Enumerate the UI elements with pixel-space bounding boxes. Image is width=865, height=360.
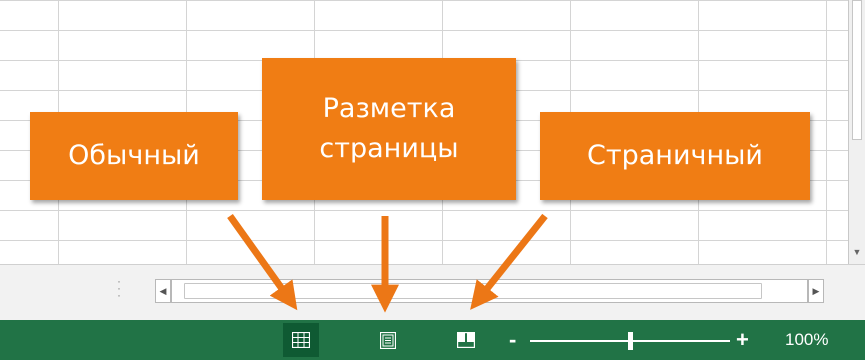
horizontal-scroll-area: · · · ◀ ▶	[0, 264, 865, 320]
zoom-level[interactable]: 100%	[785, 330, 828, 350]
callout-page-layout-label: Разметка страницы	[319, 93, 459, 164]
callout-normal-label: Обычный	[68, 140, 200, 171]
normal-view-button[interactable]	[283, 323, 319, 357]
status-bar: - + 100%	[0, 320, 865, 360]
callout-page-break: Страничный	[540, 112, 810, 200]
callout-normal-view: Обычный	[30, 112, 238, 200]
grid-icon	[292, 332, 310, 348]
scroll-down-icon[interactable]: ▼	[849, 246, 865, 258]
callout-page-break-label: Страничный	[587, 140, 763, 171]
vertical-scrollbar[interactable]: ▼	[848, 0, 865, 264]
page-break-icon	[457, 332, 475, 348]
vertical-scroll-thumb[interactable]	[852, 0, 862, 140]
page-layout-view-button[interactable]	[370, 323, 406, 357]
zoom-slider-handle[interactable]	[627, 332, 633, 350]
page-break-view-button[interactable]	[448, 323, 484, 357]
page-layout-icon	[380, 331, 396, 349]
zoom-in-button[interactable]: +	[736, 328, 749, 352]
scroll-left-icon[interactable]: ◀	[155, 279, 171, 303]
horizontal-scroll-thumb[interactable]	[184, 283, 762, 299]
scroll-right-icon[interactable]: ▶	[808, 279, 824, 303]
callout-page-layout: Разметка страницы	[262, 58, 516, 200]
zoom-out-button[interactable]: -	[509, 328, 516, 352]
splitter-handle-icon[interactable]: · · ·	[115, 275, 123, 306]
